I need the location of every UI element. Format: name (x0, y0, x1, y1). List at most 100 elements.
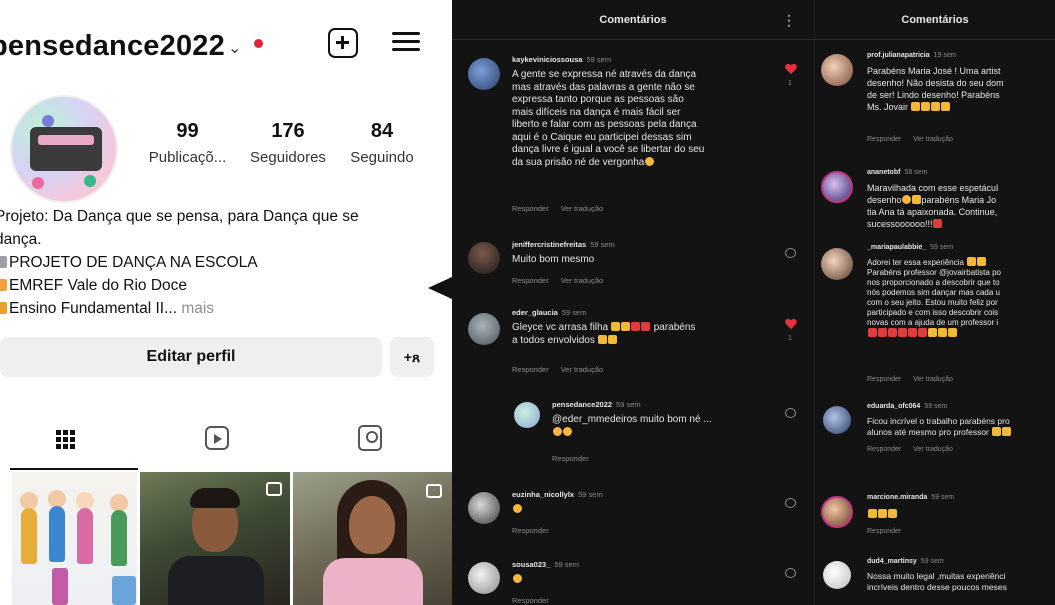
avatar[interactable] (468, 313, 500, 345)
translate-link[interactable]: Ver tradução (561, 365, 604, 374)
comment-line-text: Ms. Jovair (867, 102, 909, 112)
reply-link[interactable]: Responder (512, 365, 549, 374)
comment-username[interactable]: ananetobf 58 sem (867, 169, 927, 176)
translate-link[interactable]: Ver tradução (913, 376, 953, 383)
avatar[interactable] (821, 248, 853, 280)
avatar[interactable] (821, 171, 853, 203)
post-thumbnail[interactable] (293, 472, 452, 605)
add-user-icon[interactable]: +ጸ (390, 337, 434, 377)
notification-dot (254, 39, 263, 48)
comment-line-text: alunos até mesmo pro professor (867, 427, 989, 437)
chevron-down-icon[interactable]: ⌄ (228, 38, 241, 58)
username-text: euzinha_nicollylx (512, 490, 575, 499)
post-thumbnail[interactable] (12, 472, 137, 605)
avatar[interactable] (468, 492, 500, 524)
stat-posts-label: Publicaçõ... (148, 149, 227, 166)
comment-username[interactable]: kaykeviniciossousa 59 sem (512, 55, 611, 64)
comment-username[interactable]: pensedance2022 59 sem (552, 400, 641, 409)
avatar[interactable] (468, 58, 500, 90)
comment-line: incríveis dentro desse poucos meses (867, 582, 1007, 592)
stat-following[interactable]: 84 Seguindo (342, 120, 422, 166)
tagged-icon[interactable] (358, 425, 382, 451)
comment-line: @eder_mmedeiros muito bom né ... (552, 414, 712, 425)
heart-emoji-icon (907, 328, 917, 337)
comment-username[interactable]: dud4_martinsy 59 sem (867, 558, 944, 565)
avatar[interactable] (10, 95, 118, 203)
translate-link[interactable]: Ver tradução (561, 276, 604, 285)
heart-icon[interactable] (785, 568, 796, 578)
translate-link[interactable]: Ver tradução (913, 136, 953, 143)
reply-link[interactable]: Responder (512, 596, 549, 605)
stat-posts-value: 99 (176, 120, 199, 142)
comment-username[interactable]: prof.julianapatricia 19 sem (867, 52, 957, 59)
comment: eder_glaucia 59 sem Gleyce vc arrasa filh… (452, 305, 814, 380)
heart-icon[interactable] (785, 498, 796, 508)
reply-link[interactable]: Responder (867, 136, 901, 143)
heart-icon[interactable] (785, 248, 796, 258)
heart-icon[interactable] (785, 64, 797, 75)
bio-line-text: Ensino Fundamental II... (9, 300, 178, 317)
bio-more-link[interactable]: mais (181, 300, 214, 317)
comment: marcione.miranda 59 sem Responder (815, 490, 1055, 545)
comment-username[interactable]: marcione.miranda 59 sem (867, 494, 954, 501)
clap-emoji-icon (976, 257, 986, 266)
clap-emoji-icon (611, 322, 621, 331)
comment-username[interactable]: jeniffercristinefreitas 59 sem (512, 240, 615, 249)
post-thumbnail[interactable] (140, 472, 290, 605)
profile-username[interactable]: pensedance2022 (0, 30, 225, 63)
heart-emoji-icon (877, 328, 887, 337)
clap-emoji-icon (921, 102, 931, 111)
comment-line: novas com a ajuda de um professor i (867, 318, 999, 327)
clap-emoji-icon (947, 328, 957, 337)
heart-icon[interactable] (785, 408, 796, 418)
avatar[interactable] (821, 54, 853, 86)
comment-text: Parabéns Maria José ! Uma artist desenho… (867, 65, 1004, 113)
comment-actions: Responder Ver tradução (512, 365, 615, 374)
comment-username[interactable]: sousa023_ 59 sem (512, 560, 579, 569)
kebab-icon[interactable]: ⋮ (782, 0, 796, 40)
grid-icon[interactable] (50, 420, 90, 460)
reply-link[interactable]: Responder (512, 526, 549, 535)
avatar[interactable] (514, 402, 540, 428)
comment-time: 59 sem (586, 55, 612, 64)
reply-link[interactable]: Responder (867, 376, 901, 383)
stat-posts[interactable]: 99 Publicaçõ... (140, 120, 235, 166)
blush-emoji-icon (512, 574, 522, 583)
comment-line: desenho! Não desista do seu dom (867, 78, 1004, 88)
translate-link[interactable]: Ver tradução (913, 446, 953, 453)
bio-line: Projeto: Da Dança que se pensa, para Dan… (0, 208, 359, 225)
comment-line: Nossa muito legal ,muitas experiênci (867, 571, 1006, 581)
username-text: marcione.miranda (867, 494, 928, 501)
bio-line: Ensino Fundamental II... mais (0, 297, 435, 320)
edit-profile-button[interactable]: Editar perfil (0, 337, 382, 377)
reply-link[interactable]: Responder (512, 204, 549, 213)
reply-link[interactable]: Responder (512, 276, 549, 285)
avatar[interactable] (468, 562, 500, 594)
comment-actions: Responder Ver tradução (512, 276, 615, 285)
heart-icon[interactable] (785, 319, 797, 330)
clap-emoji-icon (877, 509, 887, 518)
reply-link[interactable]: Responder (552, 454, 589, 463)
translate-link[interactable]: Ver tradução (561, 204, 604, 213)
comment-username[interactable]: eder_glaucia 59 sem (512, 308, 586, 317)
avatar[interactable] (821, 496, 853, 528)
avatar[interactable] (468, 242, 500, 274)
reply-link[interactable]: Responder (867, 446, 901, 453)
reels-icon[interactable] (205, 426, 229, 450)
comment-line: com o seu jeito. Estou muito feliz por (867, 298, 998, 307)
avatar[interactable] (823, 561, 851, 589)
stat-followers[interactable]: 176 Seguidores (238, 120, 338, 166)
comment: eduarda_ofc064 59 sem Ficou incrível o tr… (815, 400, 1055, 462)
comment-actions: Responder Ver tradução (867, 376, 965, 383)
plus-square-icon[interactable] (328, 28, 358, 58)
reply-link[interactable]: Responder (867, 528, 901, 535)
comment-line: da sua prisão né de vergonha (512, 156, 704, 170)
comment-username[interactable]: euzinha_nicollylx 59 sem (512, 490, 603, 499)
blush-emoji-icon (512, 504, 522, 513)
menu-icon[interactable] (392, 30, 420, 54)
avatar[interactable] (823, 406, 851, 434)
comment-time: 59 sem (561, 308, 587, 317)
stat-following-label: Seguindo (350, 149, 414, 166)
comment-username[interactable]: _mariapaulabbie_ 59 sem (867, 244, 953, 251)
comment-username[interactable]: eduarda_ofc064 59 sem (867, 403, 947, 410)
